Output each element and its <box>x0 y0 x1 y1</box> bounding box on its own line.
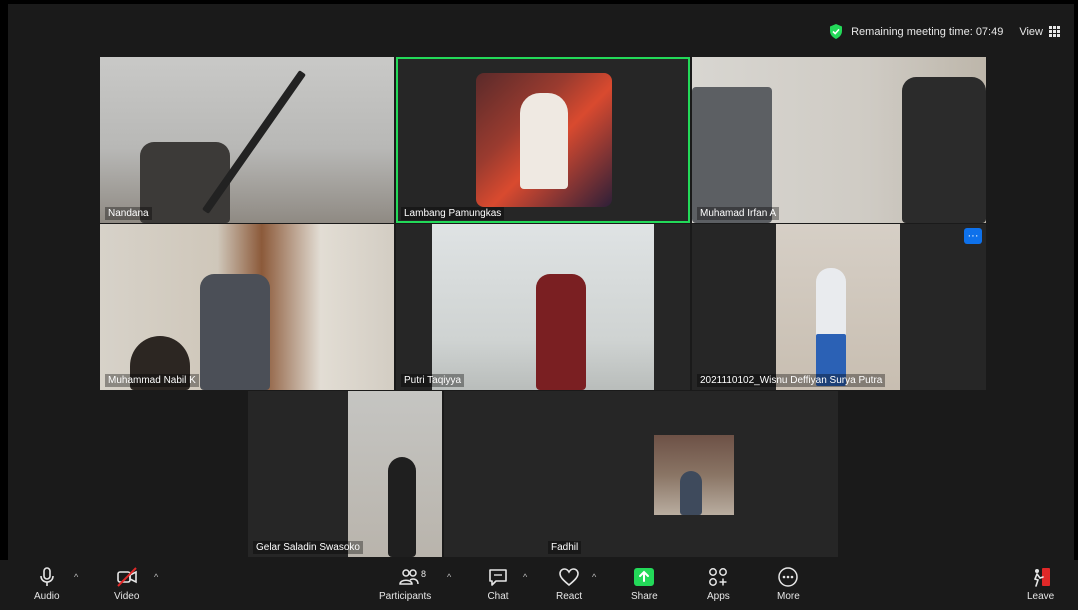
meeting-area: Remaining meeting time: 07:49 View Nanda… <box>8 4 1074 560</box>
view-button[interactable]: View <box>1019 26 1060 38</box>
audio-options-caret[interactable]: ^ <box>74 572 78 582</box>
participant-figure <box>902 77 986 223</box>
react-label: React <box>556 591 583 602</box>
chat-label: Chat <box>487 591 509 602</box>
profile-picture <box>476 73 612 207</box>
video-off-icon <box>116 567 137 587</box>
leave-label: Leave <box>1027 591 1055 602</box>
participant-figure <box>140 142 230 223</box>
heart-icon <box>559 568 579 587</box>
audio-label: Audio <box>34 591 60 602</box>
participant-figure <box>536 274 586 390</box>
participant-figure <box>388 457 416 557</box>
view-label: View <box>1019 25 1043 38</box>
more-label: More <box>777 591 800 602</box>
more-options-icon[interactable]: ··· <box>964 228 982 244</box>
video-tile-irfan[interactable]: Muhamad Irfan A <box>692 57 986 223</box>
participant-name: Putri Taqiyya <box>401 374 465 387</box>
video-button[interactable]: Video <box>114 566 139 602</box>
react-options-caret[interactable]: ^ <box>592 572 596 582</box>
video-tile-nabil[interactable]: Muhammad Nabil K <box>100 224 394 390</box>
video-tile-wisnu[interactable]: ··· 2021110102_Wisnu Deffiyan Surya Putr… <box>692 224 986 390</box>
shield-check-icon <box>830 24 843 39</box>
participants-button[interactable]: 8 Participants <box>379 566 431 602</box>
microphone-icon <box>39 567 54 586</box>
video-options-caret[interactable]: ^ <box>154 572 158 582</box>
video-tile-gelar[interactable]: Gelar Saladin Swasoko <box>248 391 442 557</box>
participant-name: Muhamad Irfan A <box>697 207 780 220</box>
chat-icon <box>489 569 507 586</box>
participant-figure <box>692 87 772 223</box>
leave-icon <box>1033 568 1050 587</box>
share-label: Share <box>631 591 658 602</box>
participant-figure <box>200 274 270 390</box>
remaining-time-text: Remaining meeting time: 07:49 <box>851 25 1004 38</box>
meeting-toolbar: Audio ^ Video ^ 8 Participants ^ Chat ^ <box>0 560 1078 610</box>
apps-label: Apps <box>707 591 730 602</box>
participants-icon <box>399 569 419 585</box>
participant-name: Muhammad Nabil K <box>105 374 199 387</box>
audio-button[interactable]: Audio <box>34 566 60 602</box>
participants-count: 8 <box>421 569 427 579</box>
chat-button[interactable]: Chat <box>487 566 509 602</box>
participant-name: Nandana <box>105 207 152 220</box>
video-tile-lambang[interactable]: Lambang Pamungkas <box>396 57 690 223</box>
video-tile-fadhil[interactable]: Fadhil <box>444 391 838 557</box>
leave-button[interactable]: Leave <box>1027 566 1054 602</box>
video-tile-nandana[interactable]: Nandana <box>100 57 394 223</box>
more-button[interactable]: More <box>777 566 800 602</box>
participants-label: Participants <box>379 591 432 602</box>
meeting-timer: Remaining meeting time: 07:49 <box>829 24 1003 39</box>
grid-view-icon <box>1049 26 1060 37</box>
participant-name: Fadhil <box>548 541 582 554</box>
top-bar: Remaining meeting time: 07:49 View <box>829 24 1060 39</box>
react-button[interactable]: React <box>556 566 582 602</box>
participant-name: Gelar Saladin Swasoko <box>253 541 363 554</box>
video-label: Video <box>114 591 140 602</box>
participant-name: Lambang Pamungkas <box>401 207 505 220</box>
participants-options-caret[interactable]: ^ <box>447 572 451 582</box>
video-tile-putri[interactable]: Putri Taqiyya <box>396 224 690 390</box>
share-button[interactable]: Share <box>631 566 658 602</box>
apps-icon <box>709 568 728 586</box>
participant-name: 2021110102_Wisnu Deffiyan Surya Putra <box>697 374 886 387</box>
more-icon <box>778 567 799 587</box>
share-screen-icon <box>634 568 655 586</box>
apps-button[interactable]: Apps <box>707 566 730 602</box>
chat-options-caret[interactable]: ^ <box>523 572 527 582</box>
participant-figure <box>680 471 702 515</box>
